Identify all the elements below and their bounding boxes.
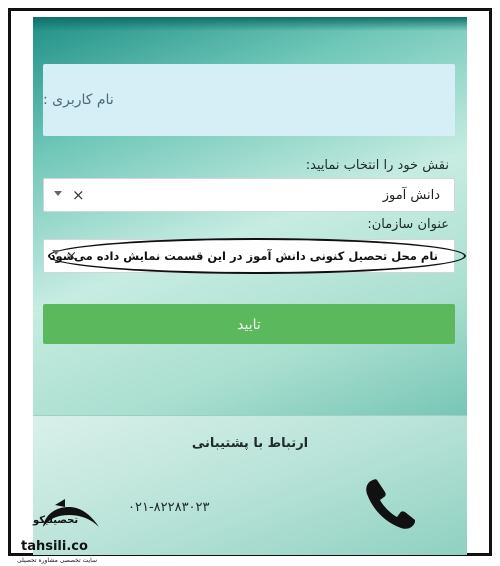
role-clear-icon[interactable]: × xyxy=(72,186,85,204)
chevron-down-icon[interactable] xyxy=(54,191,62,196)
logo-name: تحصیلیکو xyxy=(33,515,79,526)
support-title: ارتباط با پشتیبانی xyxy=(191,436,309,451)
submit-button[interactable]: تایید xyxy=(43,304,455,344)
chevron-down-icon[interactable] xyxy=(52,250,60,255)
logo-tagline: سایت تخصصی مشاوره تحصیلی xyxy=(17,557,97,564)
watermark-logo: تحصیلیکو tahsili.co سایت تخصصی مشاوره تح… xyxy=(15,499,125,566)
username-input[interactable]: نام کاربری : xyxy=(43,64,455,136)
support-phone-number[interactable]: ۰۲۱-۸۲۲۸۳۰۲۳ xyxy=(128,500,210,515)
role-selected-value: دانش آموز xyxy=(382,187,440,203)
phone-icon[interactable] xyxy=(363,474,419,534)
login-panel: نام کاربری : نقش خود را انتخاب نمایید: د… xyxy=(33,17,467,555)
role-select[interactable]: دانش آموز × xyxy=(43,178,455,212)
org-label: عنوان سازمان: xyxy=(367,217,449,232)
org-select[interactable]: نام محل تحصیل کنونی دانش آموز در این قسم… xyxy=(43,238,466,274)
username-placeholder: نام کاربری : xyxy=(43,92,114,108)
org-selected-value: نام محل تحصیل کنونی دانش آموز در این قسم… xyxy=(49,249,438,263)
role-label: نقش خود را انتخاب نمایید: xyxy=(305,158,449,173)
screenshot-frame: نام کاربری : نقش خود را انتخاب نمایید: د… xyxy=(8,8,492,564)
logo-domain: tahsili.co xyxy=(21,539,88,554)
org-clear-icon[interactable]: × xyxy=(66,249,77,264)
